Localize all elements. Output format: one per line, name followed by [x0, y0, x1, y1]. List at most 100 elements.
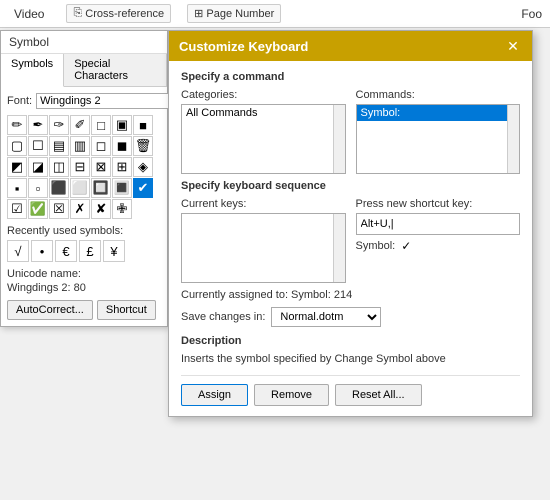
save-changes-label: Save changes in:: [181, 311, 265, 323]
autocorrect-button[interactable]: AutoCorrect...: [7, 300, 93, 320]
symbol-cell[interactable]: ☐: [28, 136, 48, 156]
recent-symbol[interactable]: •: [31, 240, 53, 262]
symbol-cell[interactable]: ✗: [70, 199, 90, 219]
symbol-cell-selected[interactable]: ✔: [133, 178, 153, 198]
unicode-name-label: Unicode name:: [7, 268, 161, 280]
commands-scrollbar[interactable]: [507, 105, 519, 173]
description-label: Description: [181, 335, 520, 347]
recently-used-label: Recently used symbols:: [7, 225, 161, 237]
symbol-grid: ✏ ✒ ✑ ✐ □ ▣ ■ ▢ ☐ ▤ ▥ ◻ ◼ 🗑 ◩ ◪ ◫ ⊟ ⊠ ⊞ …: [7, 115, 161, 219]
symbol-tab-bar: Symbols Special Characters: [1, 54, 167, 87]
symbol-cell[interactable]: ⊞: [112, 157, 132, 177]
keyboard-sequence-columns: Current keys: Press new shortcut key: Sy…: [181, 198, 520, 283]
commands-item-selected[interactable]: Symbol:: [357, 105, 520, 121]
description-text: Inserts the symbol specified by Change S…: [181, 353, 520, 365]
symbol-cell[interactable]: ▣: [112, 115, 132, 135]
symbol-cell[interactable]: ✑: [49, 115, 69, 135]
press-shortcut-column: Press new shortcut key: Symbol: ✓: [356, 198, 521, 283]
symbol-cell[interactable]: ◈: [133, 157, 153, 177]
commands-listbox[interactable]: Symbol:: [356, 104, 521, 174]
symbol-cell[interactable]: ⊟: [70, 157, 90, 177]
symbol-dialog: Symbol Symbols Special Characters Font: …: [0, 30, 168, 327]
categories-scrollbar[interactable]: [333, 105, 345, 173]
symbol-cell[interactable]: 🔳: [112, 178, 132, 198]
categories-column: Categories: All Commands: [181, 89, 346, 174]
symbol-checkmark: ✓: [401, 239, 411, 253]
symbol-cell[interactable]: ⊠: [91, 157, 111, 177]
commands-column: Commands: Symbol:: [356, 89, 521, 174]
symbol-cell[interactable]: ◼: [112, 136, 132, 156]
symbol-cell[interactable]: ✏: [7, 115, 27, 135]
ribbon-right: Foo: [521, 7, 542, 21]
symbol-cell[interactable]: ▫: [28, 178, 48, 198]
symbol-cell[interactable]: ◫: [49, 157, 69, 177]
assign-button[interactable]: Assign: [181, 384, 248, 406]
symbol-body: Font: ✏ ✒ ✑ ✐ □ ▣ ■ ▢ ☐ ▤ ▥ ◻ ◼ 🗑 ◩ ◪ ◫ …: [1, 87, 167, 326]
symbol-cell[interactable]: 🗑: [133, 136, 153, 156]
symbol-cell[interactable]: ✐: [70, 115, 90, 135]
font-input[interactable]: [36, 93, 186, 109]
symbol-cell[interactable]: ⬜: [70, 178, 90, 198]
specify-keyboard-label: Specify keyboard sequence: [181, 180, 520, 192]
symbol-cell[interactable]: ✘: [91, 199, 111, 219]
reset-all-button[interactable]: Reset All...: [335, 384, 422, 406]
symbol-dialog-title: Symbol: [9, 35, 49, 49]
customize-keyboard-dialog: Customize Keyboard ✕ Specify a command C…: [168, 30, 533, 417]
symbol-cell[interactable]: ▥: [70, 136, 90, 156]
categories-listbox[interactable]: All Commands: [181, 104, 346, 174]
keyboard-dialog-titlebar: Customize Keyboard ✕: [169, 31, 532, 61]
ribbon-tab-video[interactable]: Video: [8, 3, 50, 25]
symbol-cell[interactable]: ☑: [7, 199, 27, 219]
action-buttons: Assign Remove Reset All...: [181, 375, 520, 406]
description-section: Description Inserts the symbol specified…: [181, 335, 520, 365]
shortcut-key-input[interactable]: [356, 213, 521, 235]
ribbon-button-page-number[interactable]: ⊞ Page Number: [187, 4, 281, 23]
ribbon-button-cross-reference[interactable]: ⎘ Cross-reference: [66, 4, 171, 23]
specify-command-columns: Categories: All Commands Commands: Symbo…: [181, 89, 520, 174]
remove-button[interactable]: Remove: [254, 384, 329, 406]
current-keys-label: Current keys:: [181, 198, 346, 210]
currently-assigned-row: Currently assigned to: Symbol: 214: [181, 289, 520, 301]
symbol-check-row: Symbol: ✓: [356, 239, 521, 253]
symbol-cell[interactable]: ◩: [7, 157, 27, 177]
symbol-cell[interactable]: 🔲: [91, 178, 111, 198]
recent-symbol[interactable]: £: [79, 240, 101, 262]
save-changes-select[interactable]: Normal.dotm: [271, 307, 381, 327]
symbol-cell[interactable]: ⬛: [49, 178, 69, 198]
current-keys-listbox[interactable]: [181, 213, 346, 283]
symbol-cell[interactable]: ✒: [28, 115, 48, 135]
commands-label: Commands:: [356, 89, 521, 101]
recently-used-row: √ • € £ ¥: [7, 240, 161, 262]
symbol-cell[interactable]: ◪: [28, 157, 48, 177]
symbol-cell[interactable]: ▤: [49, 136, 69, 156]
tab-symbols[interactable]: Symbols: [1, 54, 64, 87]
symbol-cell[interactable]: ✙: [112, 199, 132, 219]
shortcut-button[interactable]: Shortcut: [97, 300, 156, 320]
current-keys-column: Current keys:: [181, 198, 346, 283]
keyboard-dialog-body: Specify a command Categories: All Comman…: [169, 61, 532, 416]
press-shortcut-label: Press new shortcut key:: [356, 198, 521, 210]
symbol-cell[interactable]: □: [91, 115, 111, 135]
cross-reference-icon: ⎘: [73, 7, 82, 20]
symbol-cell[interactable]: ▢: [7, 136, 27, 156]
symbol-cell[interactable]: ☒: [49, 199, 69, 219]
current-keys-scrollbar[interactable]: [333, 214, 345, 282]
specify-command-label: Specify a command: [181, 71, 520, 83]
symbol-action-buttons: AutoCorrect... Shortcut: [7, 300, 161, 320]
symbol-cell[interactable]: ✅: [28, 199, 48, 219]
page-number-icon: ⊞: [194, 7, 203, 20]
symbol-cell[interactable]: ■: [133, 115, 153, 135]
recent-symbol[interactable]: ¥: [103, 240, 125, 262]
tab-special-characters[interactable]: Special Characters: [64, 54, 167, 86]
symbol-cell[interactable]: ▪: [7, 178, 27, 198]
recent-symbol[interactable]: €: [55, 240, 77, 262]
categories-item[interactable]: All Commands: [182, 105, 345, 121]
font-label: Font:: [7, 95, 32, 107]
symbol-dialog-titlebar: Symbol: [1, 31, 167, 54]
symbol-cell[interactable]: ◻: [91, 136, 111, 156]
keyboard-close-button[interactable]: ✕: [504, 37, 522, 55]
categories-label: Categories:: [181, 89, 346, 101]
recent-symbol[interactable]: √: [7, 240, 29, 262]
font-row: Font:: [7, 93, 161, 109]
foo-label: Foo: [521, 7, 542, 21]
